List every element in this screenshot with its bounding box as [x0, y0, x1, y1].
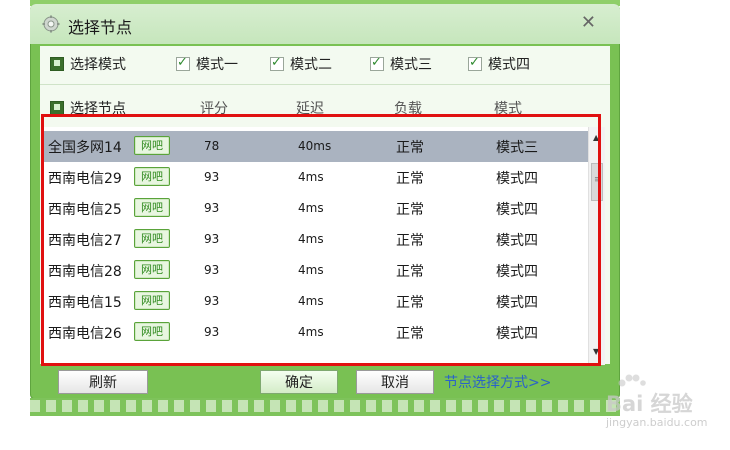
button-bar: 刷新 确定 取消 节点选择方式>>: [40, 366, 610, 400]
mode-3-checkbox[interactable]: 模式三: [370, 54, 432, 74]
title-bar[interactable]: 选择节点 ✕: [30, 4, 620, 44]
gear-icon: [42, 15, 60, 33]
ok-button[interactable]: 确定: [260, 370, 338, 394]
baidu-jingyan-watermark: Bai 经验 jingyan.baidu.com: [588, 374, 730, 436]
node-selection-method-link[interactable]: 节点选择方式>>: [444, 372, 551, 392]
checkbox-icon: [50, 57, 64, 71]
watermark-text: Bai 经验: [606, 392, 693, 416]
mode-1-label: 模式一: [196, 57, 238, 73]
checkmark-icon: [468, 55, 482, 71]
mode-4-label: 模式四: [488, 57, 530, 73]
divider: [40, 84, 610, 85]
checkmark-icon: [176, 55, 190, 71]
mode-3-label: 模式三: [390, 57, 432, 73]
select-mode-label: 选择模式: [70, 57, 126, 73]
faded-background-text: [30, 400, 620, 412]
mode-1-checkbox[interactable]: 模式一: [176, 54, 238, 74]
watermark-url: jingyan.baidu.com: [606, 416, 708, 429]
paw-logo-icon: [618, 374, 646, 387]
background-window-strip-bottom: [30, 398, 620, 416]
mode-4-checkbox[interactable]: 模式四: [468, 54, 530, 74]
mode-filter-row: 选择模式 模式一 模式二 模式三 模式四: [40, 46, 610, 80]
close-icon[interactable]: ✕: [581, 12, 596, 33]
select-mode-master-checkbox[interactable]: 选择模式: [50, 54, 126, 74]
checkmark-icon: [370, 55, 384, 71]
checkmark-icon: [270, 55, 284, 71]
red-highlight-annotation: [41, 114, 601, 366]
checkbox-icon: [50, 101, 64, 115]
dialog-title: 选择节点: [68, 18, 133, 37]
refresh-button[interactable]: 刷新: [58, 370, 148, 394]
cancel-button[interactable]: 取消: [356, 370, 434, 394]
mode-2-label: 模式二: [290, 57, 332, 73]
mode-2-checkbox[interactable]: 模式二: [270, 54, 332, 74]
